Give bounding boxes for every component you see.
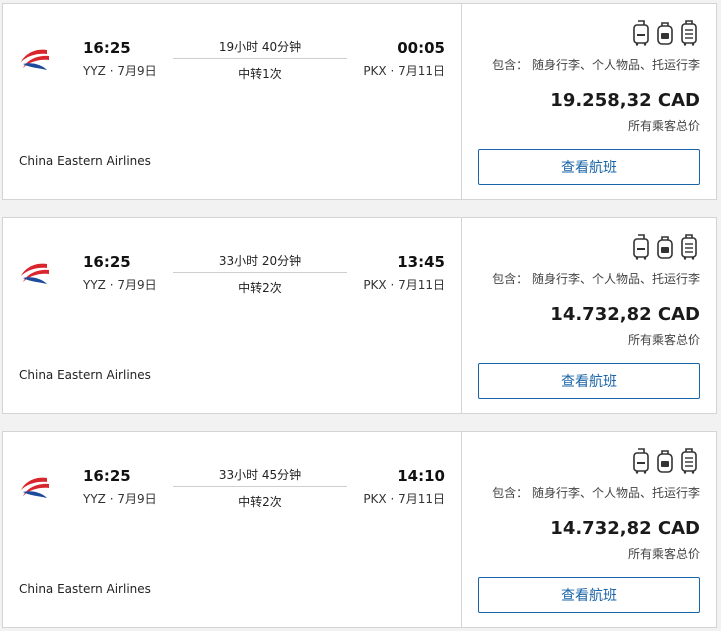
personal-item-icon <box>656 234 674 260</box>
arrival-airport-date: PKX · 7月11日 <box>363 278 445 292</box>
arrival-time: 13:45 <box>397 253 445 271</box>
departure-time: 16:25 <box>83 253 131 271</box>
baggage-icons <box>632 20 698 46</box>
price-panel: 包含： 随身行李、个人物品、托运行李 14.732,82 CAD 所有乘客总价 … <box>461 218 716 413</box>
china-eastern-logo-icon <box>17 256 53 292</box>
personal-item-icon <box>656 448 674 474</box>
carry-on-bag-icon <box>632 234 650 260</box>
total-price: 14.732,82 CAD <box>550 518 700 539</box>
flight-summary: 16:25 YYZ · 7月9日 33小时 45分钟 中转2次 14:10 PK… <box>3 432 461 627</box>
departure-airport-date: YYZ · 7月9日 <box>83 64 157 78</box>
china-eastern-logo-icon <box>17 42 53 78</box>
checked-bag-icon <box>680 448 698 474</box>
baggage-includes: 包含： 随身行李、个人物品、托运行李 <box>492 58 700 72</box>
route-divider <box>173 486 347 487</box>
airline-name: China Eastern Airlines <box>19 368 151 382</box>
price-note: 所有乘客总价 <box>627 119 700 133</box>
flight-summary: 16:25 YYZ · 7月9日 33小时 20分钟 中转2次 13:45 PK… <box>3 218 461 413</box>
departure-time: 16:25 <box>83 39 131 57</box>
flight-card[interactable]: 16:25 YYZ · 7月9日 19小时 40分钟 中转1次 00:05 PK… <box>2 3 717 200</box>
arrival-airport-date: PKX · 7月11日 <box>363 492 445 506</box>
view-flight-button[interactable]: 查看航班 <box>478 363 700 399</box>
flight-card[interactable]: 16:25 YYZ · 7月9日 33小时 20分钟 中转2次 13:45 PK… <box>2 217 717 414</box>
price-note: 所有乘客总价 <box>627 547 700 561</box>
flight-card[interactable]: 16:25 YYZ · 7月9日 33小时 45分钟 中转2次 14:10 PK… <box>2 431 717 628</box>
arrival-time: 00:05 <box>397 39 445 57</box>
carry-on-bag-icon <box>632 448 650 474</box>
checked-bag-icon <box>680 234 698 260</box>
route-divider <box>173 58 347 59</box>
arrival-airport-date: PKX · 7月11日 <box>363 64 445 78</box>
checked-bag-icon <box>680 20 698 46</box>
airline-name: China Eastern Airlines <box>19 154 151 168</box>
price-panel: 包含： 随身行李、个人物品、托运行李 19.258,32 CAD 所有乘客总价 … <box>461 4 716 199</box>
flight-duration: 33小时 20分钟 <box>218 254 302 268</box>
flight-duration: 19小时 40分钟 <box>218 40 302 54</box>
baggage-icons <box>632 448 698 474</box>
personal-item-icon <box>656 20 674 46</box>
price-panel: 包含： 随身行李、个人物品、托运行李 14.732,82 CAD 所有乘客总价 … <box>461 432 716 627</box>
arrival-time: 14:10 <box>397 467 445 485</box>
total-price: 19.258,32 CAD <box>550 90 700 111</box>
departure-airport-date: YYZ · 7月9日 <box>83 492 157 506</box>
stops-count: 中转2次 <box>238 281 282 295</box>
view-flight-button[interactable]: 查看航班 <box>478 577 700 613</box>
total-price: 14.732,82 CAD <box>550 304 700 325</box>
baggage-includes: 包含： 随身行李、个人物品、托运行李 <box>492 272 700 286</box>
departure-airport-date: YYZ · 7月9日 <box>83 278 157 292</box>
stops-count: 中转2次 <box>238 495 282 509</box>
china-eastern-logo-icon <box>17 470 53 506</box>
route-divider <box>173 272 347 273</box>
airline-name: China Eastern Airlines <box>19 582 151 596</box>
carry-on-bag-icon <box>632 20 650 46</box>
departure-time: 16:25 <box>83 467 131 485</box>
baggage-includes: 包含： 随身行李、个人物品、托运行李 <box>492 486 700 500</box>
view-flight-button[interactable]: 查看航班 <box>478 149 700 185</box>
flight-duration: 33小时 45分钟 <box>218 468 302 482</box>
stops-count: 中转1次 <box>238 67 282 81</box>
price-note: 所有乘客总价 <box>627 333 700 347</box>
flight-summary: 16:25 YYZ · 7月9日 19小时 40分钟 中转1次 00:05 PK… <box>3 4 461 199</box>
baggage-icons <box>632 234 698 260</box>
